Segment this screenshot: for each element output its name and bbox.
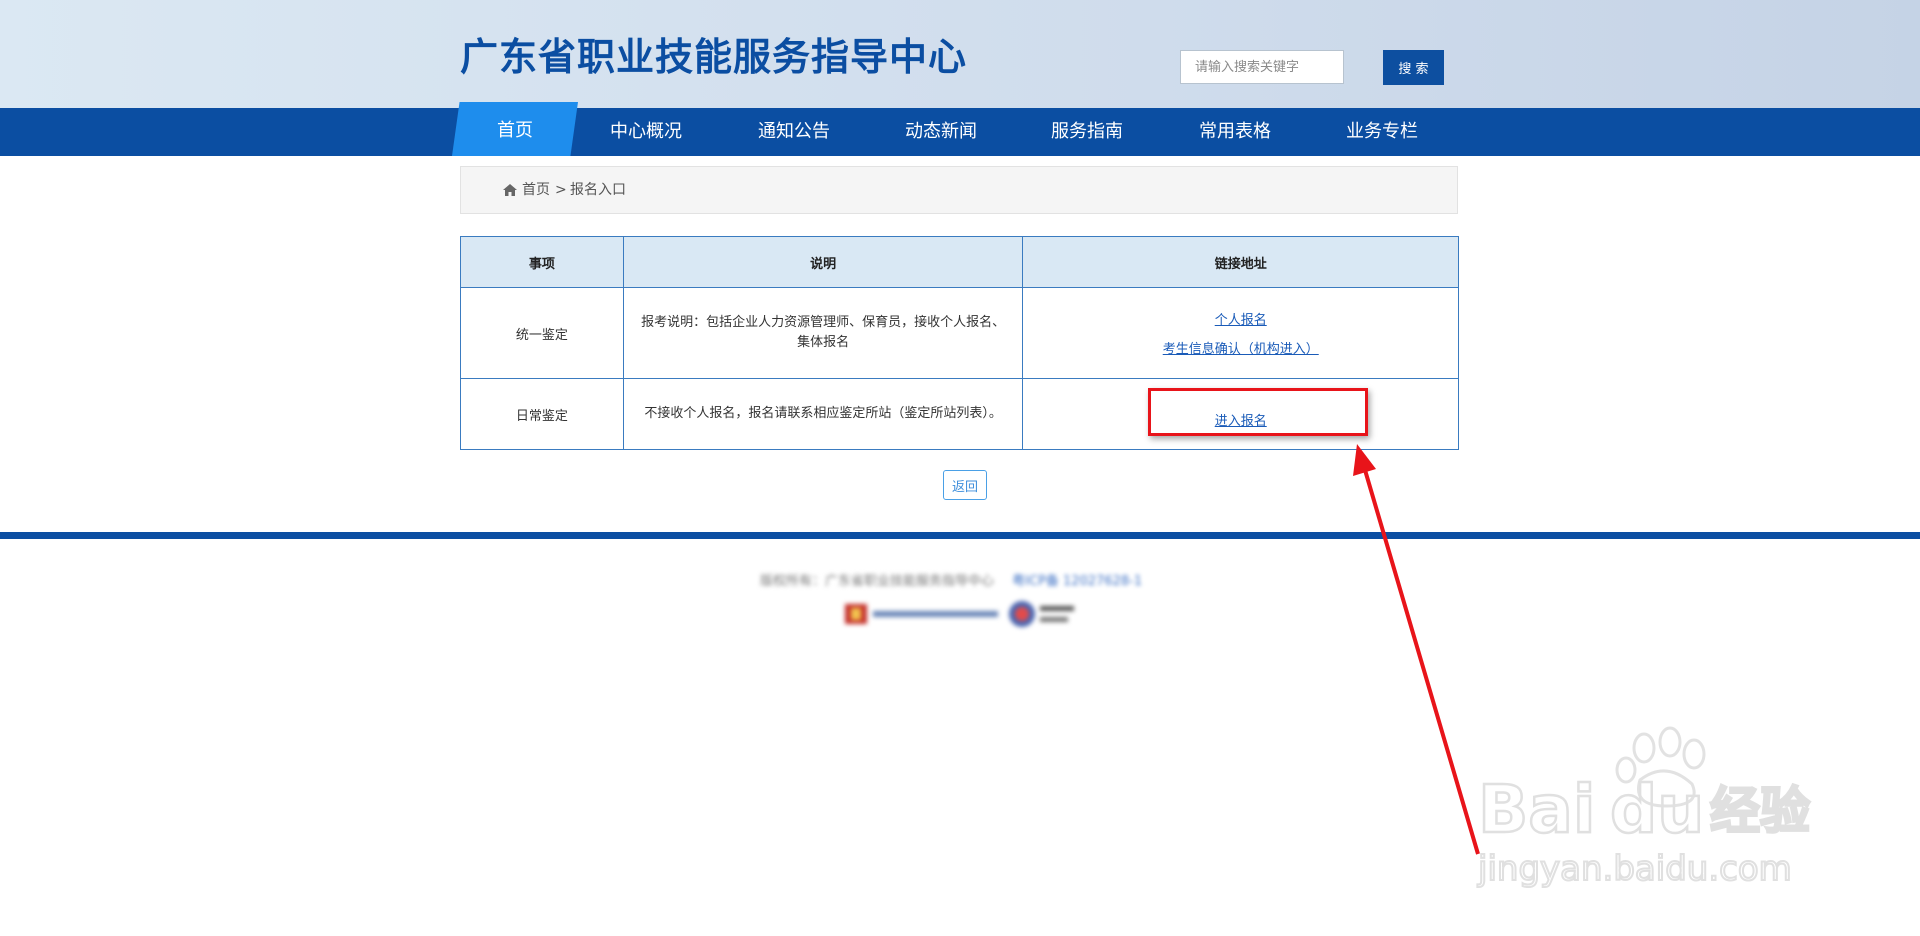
table-header-row: 事项 说明 链接地址 [460,236,1459,288]
breadcrumb-separator: > [555,182,567,198]
svg-text:经验: 经验 [1710,782,1810,840]
svg-text:Bai: Bai [1478,771,1595,848]
nav-item-notices[interactable]: 通知公告 [724,108,864,156]
site-header: 广东省职业技能服务指导中心 搜 索 [0,0,1920,108]
government-site-logo [845,604,998,624]
site-title: 广东省职业技能服务指导中心 [460,35,968,79]
table-cell-item: 统一鉴定 [460,287,624,379]
table-header-description: 说明 [622,236,1024,288]
footer-divider [0,532,1920,539]
search-input[interactable] [1180,50,1344,84]
nav-item-home[interactable]: 首页 [452,102,578,156]
nav-item-service-guide[interactable]: 服务指南 [1017,108,1157,156]
svg-text:jingyan.baidu.com: jingyan.baidu.com [1477,849,1792,889]
table-cell-item: 日常鉴定 [460,378,624,450]
icp-link[interactable]: 粤ICP备 12027628-1 [1012,574,1142,589]
candidate-info-confirm-link[interactable]: 考生信息确认（机构进入） [1023,338,1458,357]
table-header-item: 事项 [460,236,624,288]
main-nav: 中心概况 通知公告 动态新闻 服务指南 常用表格 业务专栏 [0,108,1920,156]
search-button[interactable]: 搜 索 [1383,50,1444,85]
table-cell-description: 报考说明：包括企业人力资源管理师、保育员，接收个人报名、集体报名 [622,287,1024,379]
home-icon [503,184,517,196]
breadcrumb-current: 报名入口 [570,182,626,198]
annotation-highlight-box [1148,388,1368,436]
nav-item-business[interactable]: 业务专栏 [1312,108,1452,156]
security-badge-logo [1009,601,1074,627]
personal-registration-link[interactable]: 个人报名 [1023,309,1458,328]
back-button[interactable]: 返回 [943,470,987,500]
copyright-text: 版权所有：广东省职业技能服务指导中心 [760,574,995,589]
svg-text:du: du [1610,771,1704,848]
breadcrumb: 首页 > 报名入口 [460,166,1458,214]
table-cell-links: 个人报名 考生信息确认（机构进入） [1022,287,1459,379]
baidu-watermark: Bai du 经验 jingyan.baidu.com [1476,726,1811,890]
table-cell-description: 不接收个人报名，报名请联系相应鉴定所站（鉴定所站列表）。 [622,378,1024,450]
breadcrumb-home-link[interactable]: 首页 [522,167,550,213]
nav-item-center-overview[interactable]: 中心概况 [576,108,716,156]
nav-item-home-label: 首页 [497,120,533,141]
nav-item-forms[interactable]: 常用表格 [1165,108,1305,156]
table-header-link: 链接地址 [1022,236,1459,288]
nav-item-news[interactable]: 动态新闻 [871,108,1011,156]
table-row: 统一鉴定 报考说明：包括企业人力资源管理师、保育员，接收个人报名、集体报名 个人… [460,287,1459,379]
footer-copyright: 版权所有：广东省职业技能服务指导中心 粤ICP备 12027628-1 [760,570,1142,589]
